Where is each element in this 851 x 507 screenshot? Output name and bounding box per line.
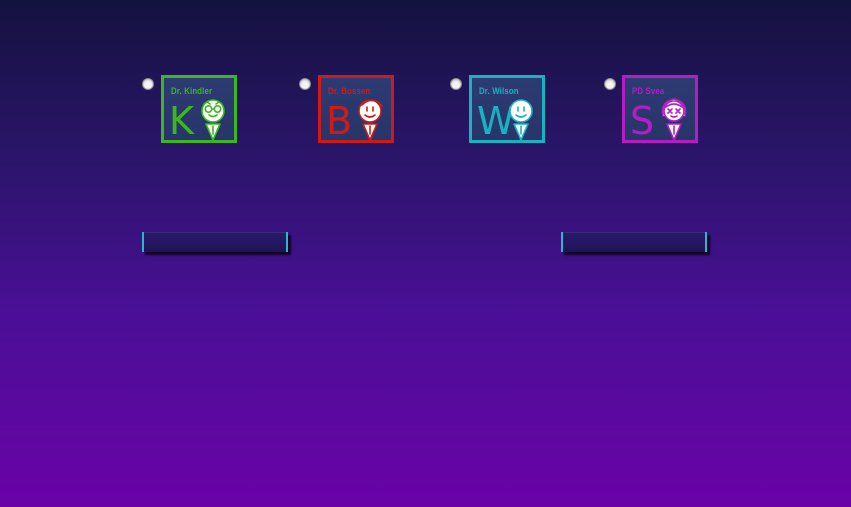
svea-avatar-icon (661, 98, 687, 140)
character-letter: K (169, 99, 194, 143)
wilson-avatar-icon (509, 99, 533, 140)
character-card-kindler[interactable]: Dr. Kindler K (161, 75, 237, 143)
right-menu-button[interactable] (561, 232, 707, 252)
radio-kindler[interactable] (142, 78, 154, 90)
bossen-avatar-icon (358, 99, 383, 140)
radio-svea[interactable] (604, 78, 616, 90)
radio-wilson[interactable] (450, 78, 462, 90)
character-card-svea[interactable]: PD Svea S (622, 75, 698, 143)
character-card-bossen[interactable]: Dr. Bossen B (318, 75, 394, 143)
character-letter: B (326, 99, 353, 143)
character-card-wilson[interactable]: Dr. Wilson W (469, 75, 545, 143)
radio-bossen[interactable] (299, 78, 311, 90)
kindler-avatar-icon (201, 99, 225, 140)
left-menu-button[interactable] (142, 232, 288, 252)
character-letter: S (630, 99, 655, 143)
